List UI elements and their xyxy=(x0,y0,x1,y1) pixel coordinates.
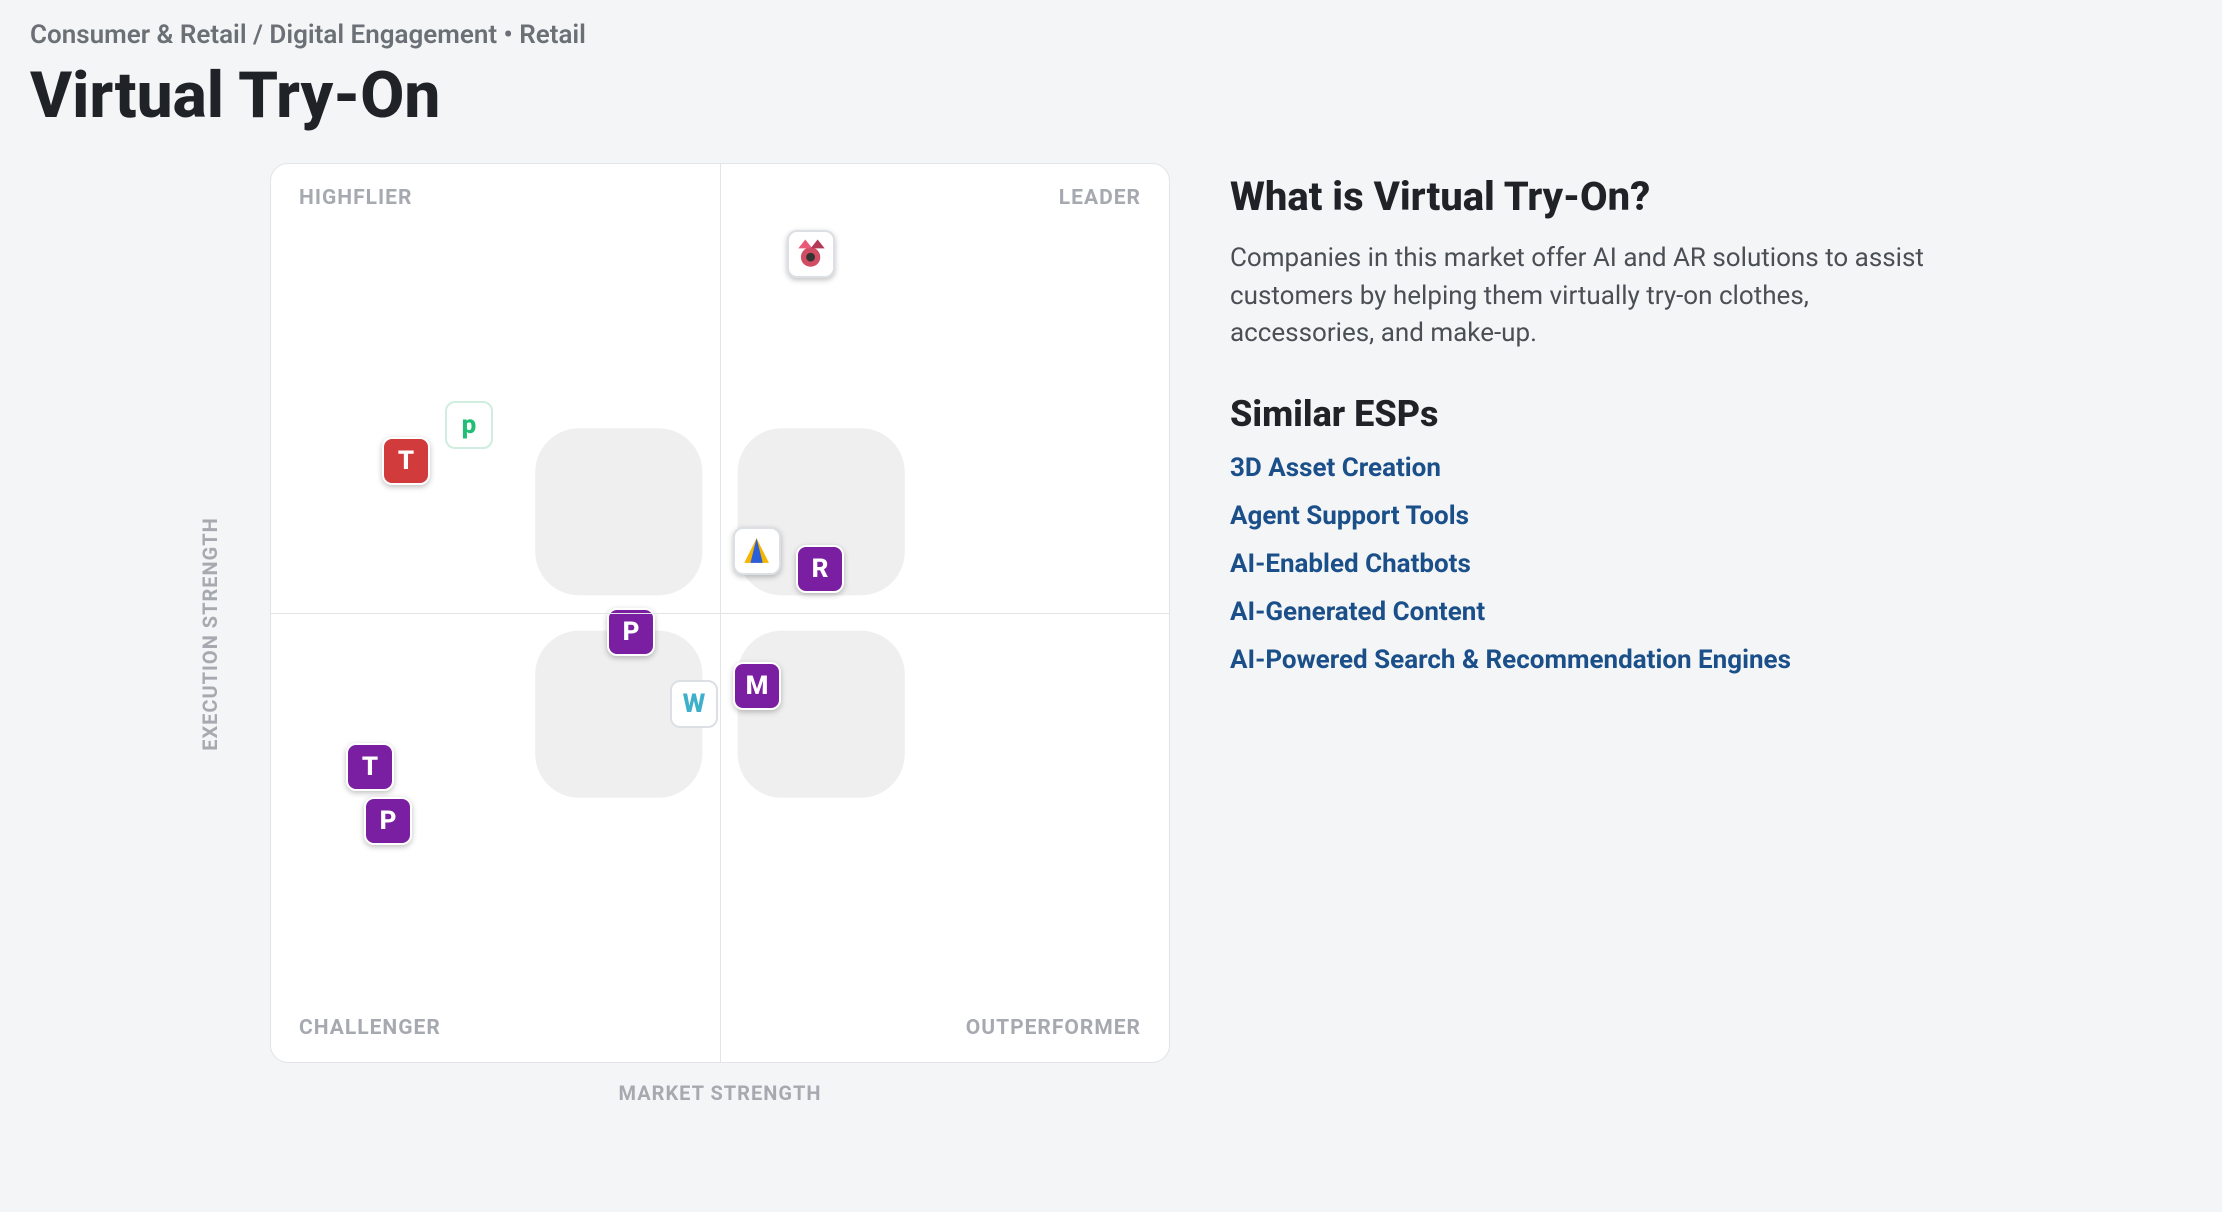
page-title: Virtual Try-On xyxy=(30,58,2192,133)
similar-esps-heading: Similar ESPs xyxy=(1230,393,1950,435)
quadrant-label-leader: LEADER xyxy=(1059,186,1141,210)
similar-esp-link[interactable]: 3D Asset Creation xyxy=(1230,453,1441,483)
sidebar-heading: What is Virtual Try-On? xyxy=(1230,173,1950,220)
sidebar: What is Virtual Try-On? Companies in thi… xyxy=(1230,163,1950,1105)
similar-esps-list: 3D Asset Creation Agent Support Tools AI-E… xyxy=(1230,453,1950,675)
quadrant-plot-area: HIGHFLIER LEADER CHALLENGER OUTPERFORMER… xyxy=(270,163,1170,1063)
watermark-logo xyxy=(500,393,940,833)
y-axis-label: EXECUTION STRENGTH xyxy=(198,517,222,751)
company-point[interactable] xyxy=(787,230,835,278)
quadrant-label-challenger: CHALLENGER xyxy=(299,1016,441,1040)
similar-esp-item: AI-Generated Content xyxy=(1230,597,1950,627)
company-point[interactable]: R xyxy=(796,545,844,593)
company-point[interactable]: W xyxy=(670,680,718,728)
company-point[interactable]: P xyxy=(364,797,412,845)
similar-esp-item: 3D Asset Creation xyxy=(1230,453,1950,483)
similar-esp-link[interactable]: AI-Generated Content xyxy=(1230,597,1485,627)
quadrant-label-highflier: HIGHFLIER xyxy=(299,186,412,210)
company-point[interactable] xyxy=(733,527,781,575)
company-point[interactable]: T xyxy=(346,743,394,791)
similar-esp-link[interactable]: AI-Enabled Chatbots xyxy=(1230,549,1471,579)
quadrant-chart: EXECUTION STRENGTH HIGHFLIER LEADER CHAL… xyxy=(30,163,1170,1105)
similar-esp-item: AI-Powered Search & Recommendation Engin… xyxy=(1230,645,1950,675)
similar-esp-link[interactable]: AI-Powered Search & Recommendation Engin… xyxy=(1230,645,1791,675)
company-point[interactable]: p xyxy=(445,401,493,449)
company-point[interactable]: T xyxy=(382,437,430,485)
breadcrumb[interactable]: Consumer & Retail / Digital Engagement •… xyxy=(30,20,2192,50)
quadrant-label-outperformer: OUTPERFORMER xyxy=(966,1016,1141,1040)
similar-esp-item: Agent Support Tools xyxy=(1230,501,1950,531)
company-point[interactable]: P xyxy=(607,608,655,656)
x-axis-label: MARKET STRENGTH xyxy=(270,1081,1170,1105)
company-point[interactable]: M xyxy=(733,662,781,710)
similar-esp-link[interactable]: Agent Support Tools xyxy=(1230,501,1469,531)
sidebar-description: Companies in this market offer AI and AR… xyxy=(1230,240,1950,353)
similar-esp-item: AI-Enabled Chatbots xyxy=(1230,549,1950,579)
